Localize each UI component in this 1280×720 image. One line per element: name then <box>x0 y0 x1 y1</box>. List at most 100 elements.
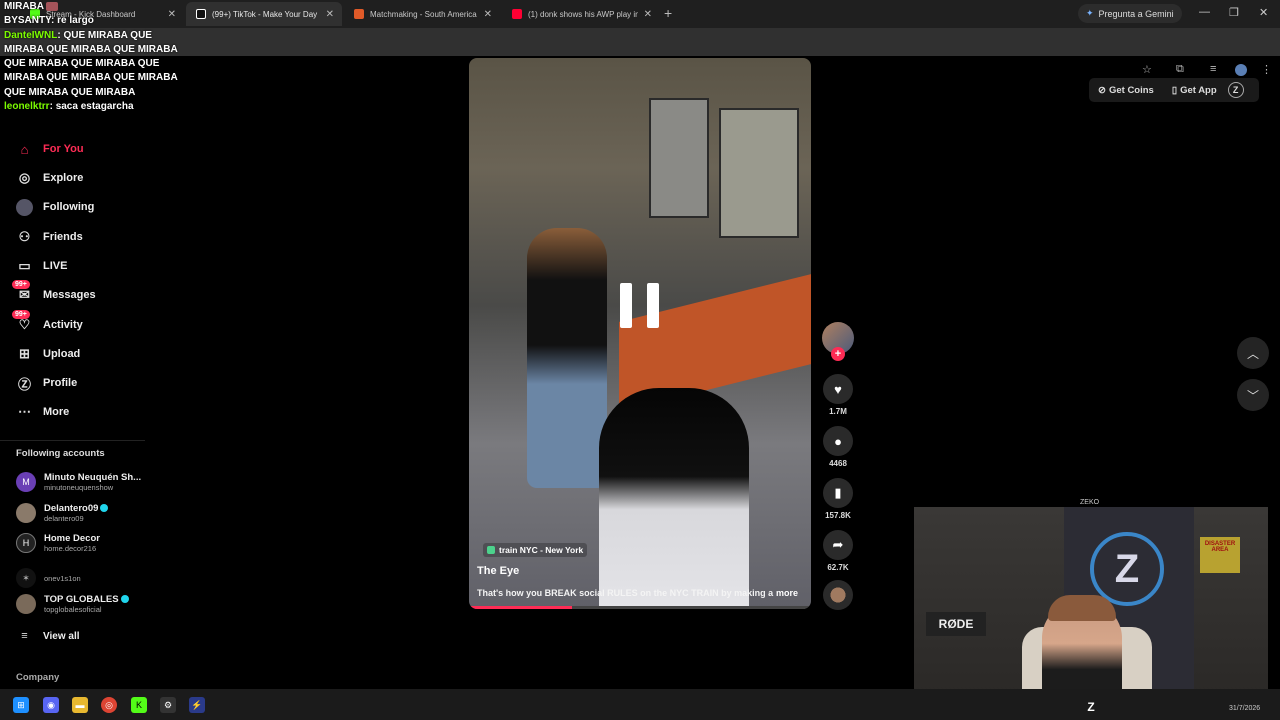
close-icon[interactable]: ✕ <box>644 9 652 20</box>
nav-friends[interactable]: ⚇ Friends <box>16 226 83 248</box>
nav-activity[interactable]: ♡ 99+ Activity <box>12 309 83 336</box>
avatar: M <box>16 472 36 492</box>
chrome-icon[interactable]: ◎ <box>101 697 117 713</box>
chat-message: MIRABA <box>4 0 180 14</box>
video-player[interactable]: train NYC - New York The Eye That's how … <box>469 58 811 609</box>
more-icon: ⋯ <box>18 404 31 419</box>
train-window <box>649 98 709 218</box>
following-icon <box>16 198 33 216</box>
get-app-button[interactable]: ▯ Get App <box>1163 85 1226 96</box>
bookmark-icon: ▮ <box>823 478 853 508</box>
settings-icon[interactable]: ⚙ <box>160 697 176 713</box>
location-tag[interactable]: train NYC - New York <box>483 543 588 557</box>
new-tab-icon[interactable]: + <box>664 5 672 21</box>
stream-chat-overlay: MIRABA BYSANTY: re largo DanteIWNL: QUE … <box>4 0 180 114</box>
video-progress-bar[interactable] <box>469 606 811 609</box>
save-button[interactable]: ▮ 157.8K <box>822 478 854 520</box>
close-icon[interactable]: ✕ <box>484 9 492 20</box>
profile-avatar-icon[interactable] <box>1235 64 1247 76</box>
share-count: 62.7K <box>827 563 849 572</box>
window-close-icon[interactable]: ✕ <box>1259 6 1268 19</box>
discord-icon[interactable]: ◉ <box>43 697 59 713</box>
comment-button[interactable]: ● 4468 <box>822 426 854 468</box>
activity-badge: 99+ <box>12 309 30 319</box>
gemini-button[interactable]: ✦ Pregunta a Gemini <box>1078 4 1182 23</box>
account-item[interactable]: M Minuto Neuquén Sh... minutoneuquenshow <box>16 472 141 492</box>
previous-video-button[interactable]: ︿ <box>1237 337 1269 369</box>
chat-message: leonelktrr: saca estagarcha <box>4 101 134 113</box>
webcam-label: ZEKO <box>1080 499 1100 506</box>
menu-dots-icon[interactable]: ⋮ <box>1261 63 1272 76</box>
close-icon[interactable]: ✕ <box>326 9 334 20</box>
streamer-hair <box>1048 595 1116 621</box>
follow-plus-icon[interactable]: + <box>831 347 845 361</box>
folder-icon[interactable]: ▬ <box>72 697 88 713</box>
minimize-icon[interactable]: — <box>1199 6 1210 18</box>
account-item[interactable]: TOP GLOBALES topglobalesoficial <box>16 594 129 614</box>
comment-icon: ● <box>823 426 853 456</box>
location-icon <box>487 546 495 554</box>
view-all-link[interactable]: ≡ View all <box>16 625 79 647</box>
messages-badge: 99+ <box>12 279 30 289</box>
nav-explore[interactable]: ◎ Explore <box>16 167 84 189</box>
account-item[interactable]: ✶ onev1s1on <box>16 568 81 588</box>
verified-icon <box>120 595 129 604</box>
avatar <box>16 503 36 523</box>
nav-messages[interactable]: ✉ 99+ Messages <box>12 279 96 306</box>
following-accounts-title: Following accounts <box>16 448 105 459</box>
share-button[interactable]: ➦ 62.7K <box>822 530 854 572</box>
next-video-button[interactable]: ﹀ <box>1237 379 1269 411</box>
tab-tiktok[interactable]: (99+) TikTok - Make Your Day ✕ <box>186 2 342 26</box>
like-button[interactable]: ♥ 1.7M <box>822 374 854 416</box>
friends-icon: ⚇ <box>18 229 31 244</box>
header-actions: ⊘ Get Coins ▯ Get App Z <box>1089 78 1259 102</box>
youtube-favicon-icon <box>512 9 522 19</box>
app-icon[interactable]: ⚡ <box>189 697 205 713</box>
kick-icon[interactable]: K <box>131 697 147 713</box>
tab-matchmaking[interactable]: Matchmaking - South America ✕ <box>344 2 500 26</box>
sparkle-icon: ✦ <box>1086 8 1094 18</box>
star-icon[interactable]: ☆ <box>1142 63 1152 76</box>
restore-icon[interactable]: ❐ <box>1229 6 1239 19</box>
coin-icon: ⊘ <box>1098 84 1106 96</box>
nav-profile[interactable]: Ⓩ Profile <box>16 372 77 394</box>
user-avatar[interactable]: Z <box>1227 82 1244 98</box>
extensions-icon[interactable]: ⧉ <box>1176 63 1184 76</box>
live-icon: ▭ <box>18 258 31 273</box>
comment-count: 4468 <box>829 459 847 468</box>
pause-icon[interactable] <box>620 283 659 328</box>
account-item[interactable]: H Home Decor home.decor216 <box>16 533 100 553</box>
z-logo-icon: Z <box>1090 532 1164 606</box>
nav-more[interactable]: ⋯ More <box>16 401 69 423</box>
windows-start-icon[interactable]: ⊞ <box>13 697 29 713</box>
media-icon[interactable]: ≡ <box>1210 63 1216 75</box>
chevron-down-icon: ﹀ <box>1246 388 1259 403</box>
microphone: RØDE <box>926 612 986 636</box>
profile-icon: Ⓩ <box>17 376 31 392</box>
nav-upload[interactable]: ⊞ Upload <box>16 343 80 365</box>
webcam-overlay: Z DISASTER AREA RØDE <box>914 507 1268 706</box>
passenger-figure <box>527 228 607 488</box>
video-description: That's how you BREAK social RULES on the… <box>477 588 774 598</box>
music-disc-icon[interactable] <box>823 580 853 610</box>
poster: DISASTER AREA <box>1200 537 1240 573</box>
nav-following[interactable]: Following <box>16 196 94 218</box>
emote-icon <box>46 1 59 11</box>
nav-for-you[interactable]: ⌂ For You <box>16 138 84 160</box>
account-item[interactable]: Delantero09 delantero09 <box>16 503 109 523</box>
sidebar-divider <box>0 440 145 441</box>
heart-icon: ♥ <box>823 374 853 404</box>
home-icon: ⌂ <box>20 141 29 157</box>
more-button[interactable]: more <box>776 588 798 598</box>
company-link[interactable]: Company <box>16 672 59 683</box>
z-logo-icon: Z <box>1087 700 1095 714</box>
address-bar: ☆ ⧉ ≡ ⋮ <box>0 28 1280 76</box>
tab-youtube[interactable]: (1) donk shows his AWP play in ✕ <box>502 2 660 26</box>
avatar: ✶ <box>16 568 36 588</box>
nav-live[interactable]: ▭ LIVE <box>16 255 67 277</box>
verified-icon <box>100 504 109 513</box>
activity-icon: ♡ 99+ <box>12 309 33 334</box>
save-count: 157.8K <box>825 511 851 520</box>
like-count: 1.7M <box>829 407 847 416</box>
get-coins-button[interactable]: ⊘ Get Coins <box>1089 85 1163 96</box>
